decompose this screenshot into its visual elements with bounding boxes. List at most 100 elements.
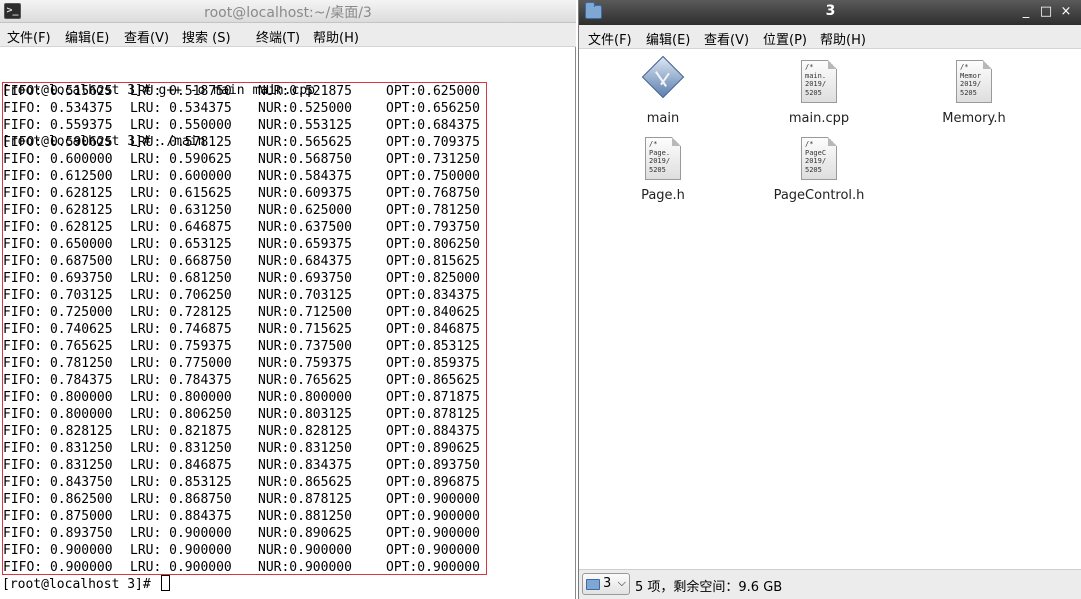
result-row: FIFO: 0.534375 LRU: 0.534375 NUR:0.525000 O…: [3, 100, 486, 117]
fifo-value: FIFO: 0.559375: [3, 118, 113, 133]
opt-value: OPT:0.900000: [386, 509, 480, 524]
nur-value: NUR:0.881250: [258, 509, 352, 524]
opt-value: OPT:0.853125: [386, 339, 480, 354]
text-file-icon: /* Page. 2019/ 5​205: [645, 137, 681, 180]
lru-value: LRU: 0.868750: [130, 492, 232, 507]
result-row: FIFO: 0.693750 LRU: 0.681250 NUR:0.693750 O…: [3, 270, 486, 287]
nur-value: NUR:0.712500: [258, 305, 352, 320]
fm-menu-help[interactable]: 帮助(H): [820, 29, 866, 48]
result-row: FIFO: 0.687500 LRU: 0.668750 NUR:0.684375 O…: [3, 253, 486, 270]
opt-value: OPT:0.878125: [386, 407, 480, 422]
fm-menu-view[interactable]: 查看(V): [704, 29, 749, 48]
terminal-menu-help[interactable]: 帮助(H): [313, 27, 359, 46]
fifo-value: FIFO: 0.600000: [3, 152, 113, 167]
lru-value: LRU: 0.900000: [130, 526, 232, 541]
fifo-value: FIFO: 0.612500: [3, 169, 113, 184]
status-text: 5 项，剩余空间：9.6 GB: [635, 580, 783, 595]
opt-value: OPT:0.684375: [386, 118, 480, 133]
fifo-value: FIFO: 0.628125: [3, 203, 113, 218]
nur-value: NUR:0.759375: [258, 356, 352, 371]
terminal-titlebar[interactable]: >_ root@localhost:~/桌面/3: [0, 0, 576, 23]
nur-value: NUR:0.865625: [258, 475, 352, 490]
nur-value: NUR:0.803125: [258, 407, 352, 422]
lru-value: LRU: 0.590625: [130, 152, 232, 167]
file-item-main[interactable]: main: [603, 55, 723, 126]
opt-value: OPT:0.834375: [386, 288, 480, 303]
fifo-value: FIFO: 0.740625: [3, 322, 113, 337]
result-row: FIFO: 0.862500 LRU: 0.868750 NUR:0.878125 O…: [3, 491, 486, 508]
close-icon[interactable]: ×: [1057, 3, 1075, 21]
fm-menu-location[interactable]: 位置(P): [763, 29, 807, 48]
nur-value: NUR:0.800000: [258, 390, 352, 405]
fifo-value: FIFO: 0.687500: [3, 254, 113, 269]
terminal-menu-edit[interactable]: 编辑(E): [65, 27, 109, 46]
lru-value: LRU: 0.518750: [130, 84, 232, 99]
result-row: FIFO: 0.900000 LRU: 0.900000 NUR:0.900000 O…: [3, 559, 486, 576]
terminal-menu-search[interactable]: 搜索 (S): [182, 27, 231, 46]
result-row: FIFO: 0.703125 LRU: 0.706250 NUR:0.703125 O…: [3, 287, 486, 304]
nur-value: NUR:0.625000: [258, 203, 352, 218]
opt-value: OPT:0.656250: [386, 101, 480, 116]
nur-value: NUR:0.565625: [258, 135, 352, 150]
fm-menu-file[interactable]: 文件(F): [588, 29, 632, 48]
opt-value: OPT:0.793750: [386, 220, 480, 235]
opt-value: OPT:0.900000: [386, 492, 480, 507]
result-row: FIFO: 0.650000 LRU: 0.653125 NUR:0.659375 O…: [3, 236, 486, 253]
lru-value: LRU: 0.681250: [130, 271, 232, 286]
terminal-menu-terminal[interactable]: 终端(T): [256, 27, 300, 46]
nur-value: NUR:0.900000: [258, 543, 352, 558]
file-item-pagecontrol-h[interactable]: /* PageC 2019/ 5​205 PageControl.h: [759, 137, 879, 203]
nur-value: NUR:0.584375: [258, 169, 352, 184]
lru-value: LRU: 0.806250: [130, 407, 232, 422]
result-row: FIFO: 0.740625 LRU: 0.746875 NUR:0.715625 O…: [3, 321, 486, 338]
terminal-window: >_ root@localhost:~/桌面/3 文件(F) 编辑(E) 查看(…: [0, 0, 576, 599]
nur-value: NUR:0.834375: [258, 458, 352, 473]
lru-value: LRU: 0.600000: [130, 169, 232, 184]
opt-value: OPT:0.900000: [386, 560, 480, 575]
opt-value: OPT:0.825000: [386, 271, 480, 286]
terminal-menubar: 文件(F) 编辑(E) 查看(V) 搜索 (S) 终端(T) 帮助(H): [0, 23, 576, 47]
opt-value: OPT:0.846875: [386, 322, 480, 337]
file-item-main-cpp[interactable]: /* main. 2019/ 5​205 main.cpp: [759, 60, 879, 126]
opt-value: OPT:0.900000: [386, 543, 480, 558]
terminal-output[interactable]: [root@localhost 3]# g++ -o main main.cpp…: [2, 48, 572, 597]
file-manager-titlebar[interactable]: 3 _ □ ×: [579, 0, 1081, 25]
chevron-down-icon: ⌵: [617, 576, 626, 589]
nur-value: NUR:0.637500: [258, 220, 352, 235]
lru-value: LRU: 0.534375: [130, 101, 232, 116]
fifo-value: FIFO: 0.703125: [3, 288, 113, 303]
fifo-value: FIFO: 0.800000: [3, 390, 113, 405]
opt-value: OPT:0.871875: [386, 390, 480, 405]
prompt-text: [root@localhost 3]#: [2, 577, 159, 592]
fifo-value: FIFO: 0.628125: [3, 220, 113, 235]
text-file-icon: /* main. 2019/ 5​205: [801, 60, 837, 103]
fifo-value: FIFO: 0.784375: [3, 373, 113, 388]
lru-value: LRU: 0.668750: [130, 254, 232, 269]
terminal-title: root@localhost:~/桌面/3: [204, 5, 372, 21]
fifo-value: FIFO: 0.875000: [3, 509, 113, 524]
folder-icon: [586, 579, 600, 590]
minimize-icon[interactable]: _: [1017, 3, 1035, 21]
file-icon-view[interactable]: main /* main. 2019/ 5​205 main.cpp /* Me…: [579, 50, 1081, 569]
opt-value: OPT:0.840625: [386, 305, 480, 320]
nur-value: NUR:0.525000: [258, 101, 352, 116]
result-row: FIFO: 0.612500 LRU: 0.600000 NUR:0.584375 O…: [3, 168, 486, 185]
maximize-icon[interactable]: □: [1037, 3, 1055, 21]
fm-menu-edit[interactable]: 编辑(E): [646, 29, 690, 48]
fifo-value: FIFO: 0.590625: [3, 135, 113, 150]
fifo-value: FIFO: 0.628125: [3, 186, 113, 201]
result-row: FIFO: 0.784375 LRU: 0.784375 NUR:0.765625 O…: [3, 372, 486, 389]
opt-value: OPT:0.815625: [386, 254, 480, 269]
nur-value: NUR:0.737500: [258, 339, 352, 354]
location-select[interactable]: 3 ⌵: [582, 573, 630, 595]
file-item-page-h[interactable]: /* Page. 2019/ 5​205 Page.h: [603, 137, 723, 203]
terminal-menu-view[interactable]: 查看(V): [124, 27, 169, 46]
nur-value: NUR:0.521875: [258, 84, 352, 99]
result-row: FIFO: 0.831250 LRU: 0.831250 NUR:0.831250 O…: [3, 440, 486, 457]
file-preview-text: /* main. 2019/ 5​205: [805, 63, 827, 98]
file-item-memory-h[interactable]: /* Memor 2019/ 5​205 Memory.h: [914, 60, 1034, 126]
result-row: FIFO: 0.628125 LRU: 0.646875 NUR:0.637500 O…: [3, 219, 486, 236]
file-preview-text: /* Page. 2019/ 5​205: [649, 140, 671, 175]
fifo-value: FIFO: 0.828125: [3, 424, 113, 439]
terminal-menu-file[interactable]: 文件(F): [7, 27, 51, 46]
